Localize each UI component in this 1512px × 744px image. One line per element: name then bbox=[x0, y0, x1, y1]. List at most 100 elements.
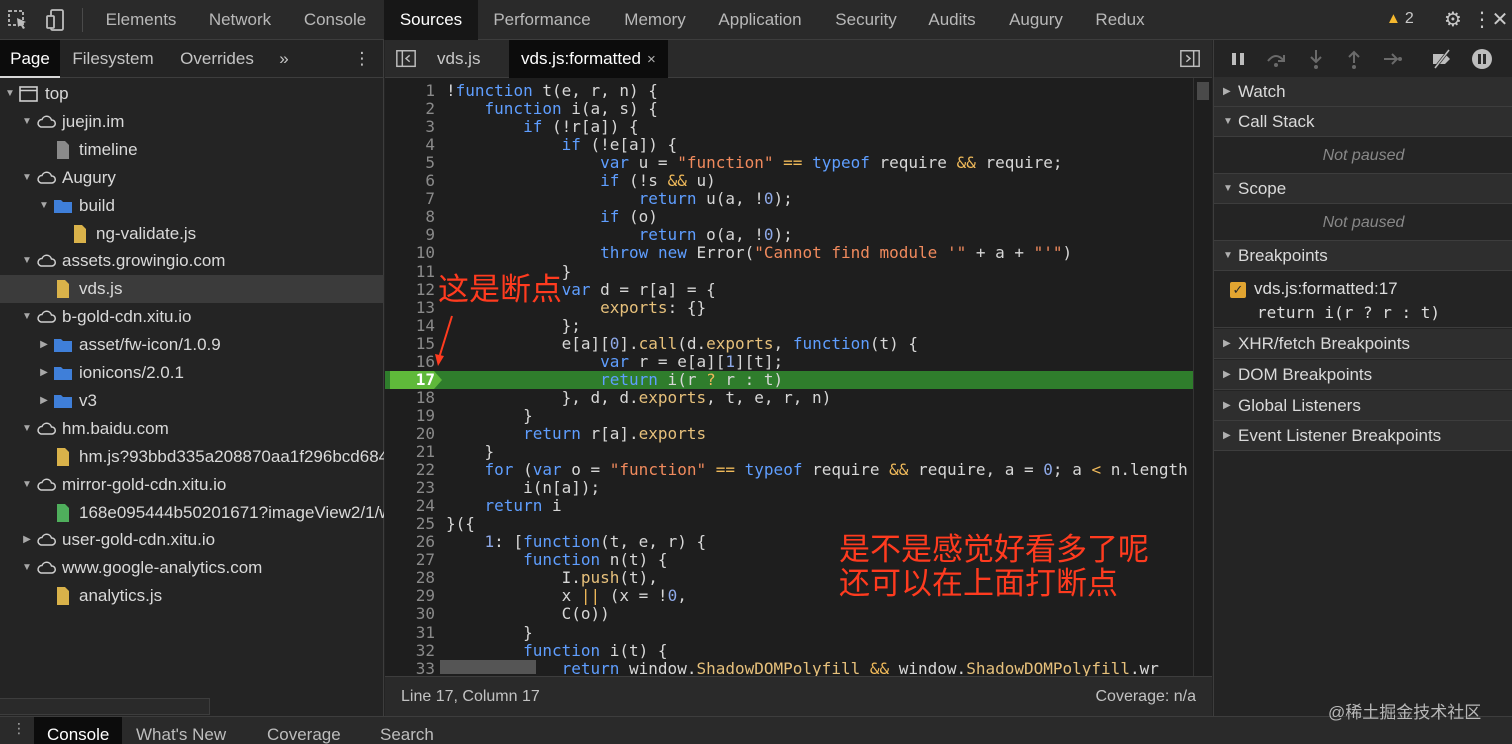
tree-item[interactable]: timeline bbox=[0, 136, 384, 164]
collapse-arrow-icon[interactable]: ▼ bbox=[21, 303, 33, 331]
line-number[interactable]: 23 bbox=[385, 479, 435, 497]
code-line[interactable]: 3 if (!r[a]) { bbox=[385, 118, 1212, 136]
line-number[interactable]: 1 bbox=[385, 82, 435, 100]
code-line[interactable]: 22 for (var o = "function" == typeof req… bbox=[385, 461, 1212, 479]
breakpoint-item[interactable]: ✓ vds.js:formatted:17 return i(r ? r : t… bbox=[1214, 276, 1512, 328]
deactivate-breakpoints-icon[interactable] bbox=[1430, 47, 1454, 71]
tab-application[interactable]: Application bbox=[708, 0, 812, 40]
code-line[interactable]: 24 return i bbox=[385, 497, 1212, 515]
coverage-status[interactable]: Coverage: n/a bbox=[1095, 688, 1196, 706]
line-number[interactable]: 16 bbox=[385, 352, 435, 371]
code-line[interactable]: 23 i(n[a]); bbox=[385, 479, 1212, 497]
tab-vds-js-formatted[interactable]: vds.js:formatted × bbox=[509, 40, 668, 78]
step-out-icon[interactable] bbox=[1342, 47, 1366, 71]
collapse-arrow-icon[interactable]: ▼ bbox=[21, 108, 33, 136]
scope-section[interactable]: ▼ Scope bbox=[1214, 174, 1512, 204]
tab-elements[interactable]: Elements bbox=[94, 0, 188, 40]
tree-item[interactable]: ▶ ionicons/2.0.1 bbox=[0, 359, 384, 387]
line-number[interactable]: 13 bbox=[385, 298, 435, 317]
drawer-tab-console[interactable]: Console bbox=[34, 717, 123, 744]
warnings-counter[interactable]: ▲ 2 bbox=[1386, 10, 1414, 28]
call-stack-section[interactable]: ▼ Call Stack bbox=[1214, 107, 1512, 137]
code-line[interactable]: 32 function i(t) { bbox=[385, 641, 1212, 660]
navigator-horizontal-scrollbar[interactable] bbox=[0, 698, 210, 715]
breakpoint-checkbox[interactable]: ✓ bbox=[1230, 282, 1246, 298]
tree-item[interactable]: ▼ build bbox=[0, 192, 384, 220]
code-line[interactable]: 20 return r[a].exports bbox=[385, 424, 1212, 443]
drawer-tab-whats-new[interactable]: What's New bbox=[136, 717, 226, 744]
close-tab-icon[interactable]: × bbox=[647, 51, 656, 68]
editor-horizontal-scrollbar[interactable] bbox=[440, 658, 1190, 676]
scrollbar-thumb[interactable] bbox=[440, 660, 536, 674]
step-icon[interactable] bbox=[1380, 47, 1404, 71]
line-number[interactable]: 6 bbox=[385, 172, 435, 190]
tab-augury[interactable]: Augury bbox=[996, 0, 1076, 40]
device-toolbar-icon[interactable] bbox=[44, 8, 68, 32]
collapse-arrow-icon[interactable]: ▼ bbox=[4, 80, 16, 108]
tab-network[interactable]: Network bbox=[196, 0, 284, 40]
line-number[interactable]: 33 bbox=[385, 659, 435, 676]
global-listeners-section[interactable]: ▶ Global Listeners bbox=[1214, 391, 1512, 421]
line-number[interactable]: 8 bbox=[385, 208, 435, 226]
drawer-menu-icon[interactable]: ⋮ bbox=[12, 721, 26, 735]
tree-item[interactable]: ▶ asset/fw-icon/1.0.9 bbox=[0, 331, 384, 359]
tree-item[interactable]: ▶ user-gold-cdn.xitu.io bbox=[0, 526, 384, 554]
pause-icon[interactable] bbox=[1226, 47, 1250, 71]
step-into-icon[interactable] bbox=[1304, 47, 1328, 71]
tree-item[interactable]: ▼ b-gold-cdn.xitu.io bbox=[0, 303, 384, 331]
tree-item[interactable]: ▼ juejin.im bbox=[0, 108, 384, 136]
line-number[interactable]: 22 bbox=[385, 461, 435, 479]
line-number[interactable]: 19 bbox=[385, 406, 435, 425]
tab-page[interactable]: Page bbox=[0, 40, 60, 78]
collapse-arrow-icon[interactable]: ▼ bbox=[21, 471, 33, 499]
tab-console[interactable]: Console bbox=[292, 0, 378, 40]
line-number[interactable]: 25 bbox=[385, 515, 435, 533]
code-line[interactable]: 6 if (!s && u) bbox=[385, 172, 1212, 190]
line-number[interactable]: 32 bbox=[385, 641, 435, 660]
toggle-debugger-icon[interactable] bbox=[1179, 40, 1203, 78]
collapse-arrow-icon[interactable]: ▼ bbox=[21, 415, 33, 443]
watch-section[interactable]: ▶ Watch bbox=[1214, 77, 1512, 107]
tab-overrides[interactable]: Overrides bbox=[172, 40, 262, 78]
line-number[interactable]: 11 bbox=[385, 262, 435, 281]
toggle-navigator-icon[interactable] bbox=[395, 40, 419, 78]
line-number[interactable]: 28 bbox=[385, 569, 435, 587]
line-number[interactable]: 18 bbox=[385, 388, 435, 407]
line-number[interactable]: 9 bbox=[385, 226, 435, 244]
code-line[interactable]: 30 C(o)) bbox=[385, 605, 1212, 623]
expand-arrow-icon[interactable]: ▶ bbox=[38, 359, 50, 387]
line-number[interactable]: 30 bbox=[385, 605, 435, 623]
tab-security[interactable]: Security bbox=[826, 0, 906, 40]
breakpoints-section[interactable]: ▼ Breakpoints bbox=[1214, 241, 1512, 271]
tree-item[interactable]: hm.js?93bbd335a208870aa1f296bcd684 bbox=[0, 443, 384, 471]
code-line[interactable]: 21 } bbox=[385, 443, 1212, 461]
line-number[interactable]: 15 bbox=[385, 334, 435, 353]
code-line[interactable]: 4 if (!e[a]) { bbox=[385, 136, 1212, 154]
tree-item[interactable]: vds.js bbox=[0, 275, 384, 304]
code-line[interactable]: 10 throw new Error("Cannot find module '… bbox=[385, 244, 1212, 262]
tree-item[interactable]: ▼ hm.baidu.com bbox=[0, 415, 384, 443]
tab-redux[interactable]: Redux bbox=[1088, 0, 1152, 40]
expand-arrow-icon[interactable]: ▶ bbox=[38, 387, 50, 415]
editor-vertical-scrollbar[interactable] bbox=[1193, 78, 1212, 676]
close-devtools-icon[interactable]: ✕ bbox=[1488, 8, 1512, 32]
code-line[interactable]: 14 }; bbox=[385, 316, 1212, 335]
line-number[interactable]: 24 bbox=[385, 497, 435, 515]
code-line[interactable]: 19 } bbox=[385, 406, 1212, 425]
tree-item[interactable]: 168e095444b50201671?imageView2/1/w bbox=[0, 499, 384, 527]
settings-icon[interactable]: ⚙ bbox=[1441, 8, 1465, 32]
tree-item[interactable]: ▶ v3 bbox=[0, 387, 384, 415]
more-tabs-icon[interactable]: » bbox=[272, 40, 296, 78]
inspect-element-icon[interactable] bbox=[6, 8, 30, 32]
expand-arrow-icon[interactable]: ▶ bbox=[21, 526, 33, 554]
line-number[interactable]: 10 bbox=[385, 244, 435, 262]
event-listener-breakpoints-section[interactable]: ▶ Event Listener Breakpoints bbox=[1214, 421, 1512, 451]
code-line[interactable]: 7 return u(a, !0); bbox=[385, 190, 1212, 208]
tree-item[interactable]: ▼ mirror-gold-cdn.xitu.io bbox=[0, 471, 384, 499]
line-number[interactable]: 7 bbox=[385, 190, 435, 208]
tree-item[interactable]: ▼ assets.growingio.com bbox=[0, 247, 384, 275]
line-number[interactable]: 14 bbox=[385, 316, 435, 335]
line-number[interactable]: 17 bbox=[385, 370, 435, 389]
scrollbar-thumb[interactable] bbox=[1197, 82, 1209, 100]
tab-memory[interactable]: Memory bbox=[612, 0, 698, 40]
